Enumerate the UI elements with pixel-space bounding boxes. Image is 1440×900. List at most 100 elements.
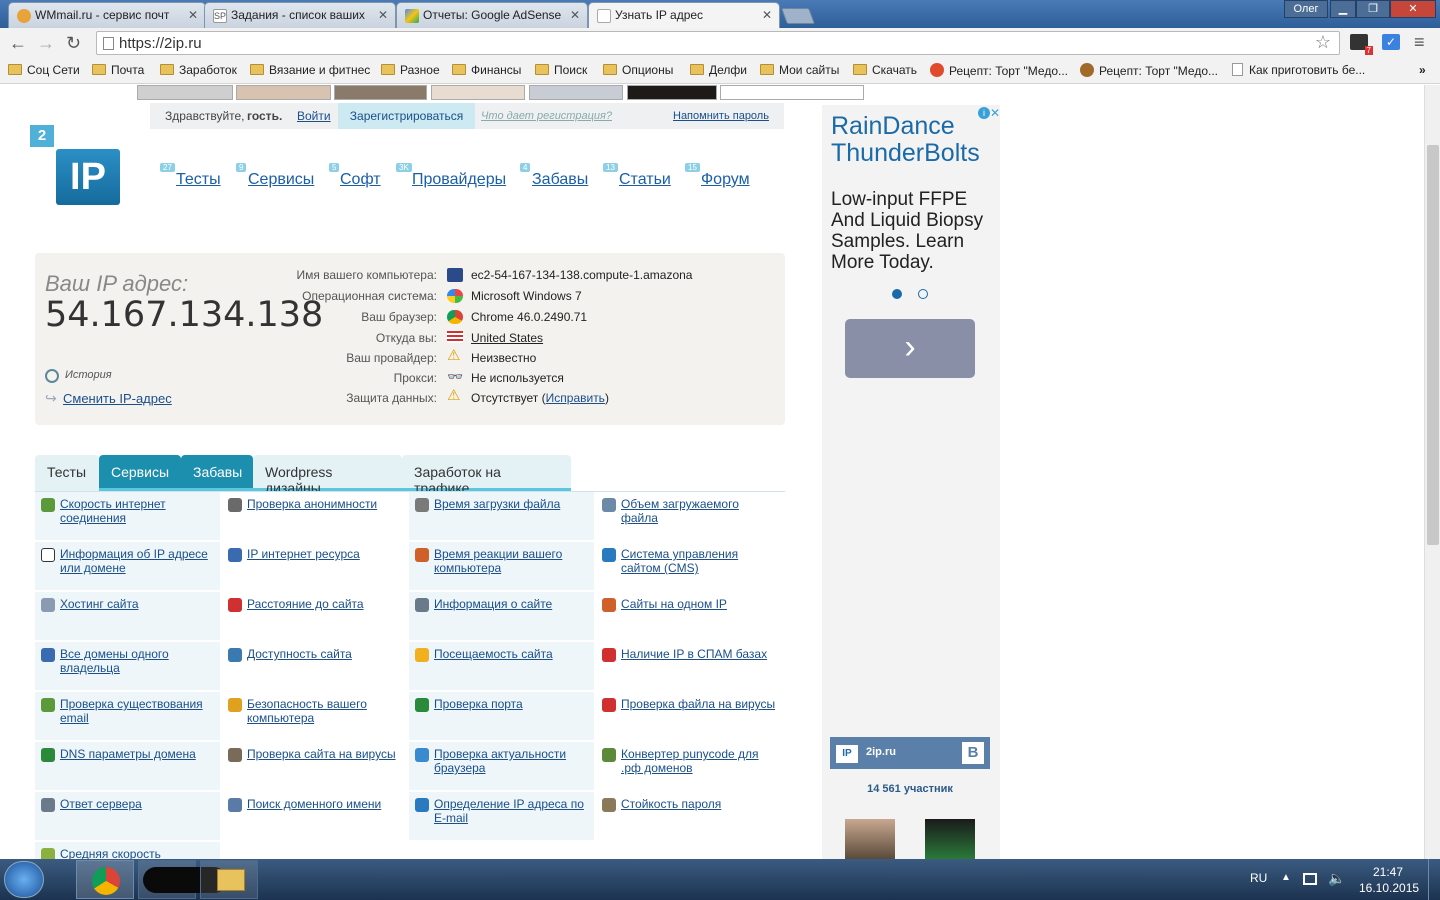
- service-link[interactable]: Время реакции вашего компьютера: [434, 547, 562, 575]
- login-link[interactable]: Войти: [297, 109, 331, 123]
- service-item[interactable]: Проверка файла на вирусы: [596, 692, 781, 740]
- vk-widget-header[interactable]: IP 2ip.ru B: [830, 737, 990, 769]
- nav-fun[interactable]: Забавы: [532, 171, 588, 189]
- service-item[interactable]: Информация об IP адресе или домене: [35, 542, 220, 590]
- volume-icon[interactable]: 🔈: [1328, 870, 1345, 887]
- registration-benefits-link[interactable]: Что дает регистрация?: [481, 110, 612, 122]
- bookmark-folder[interactable]: Скачать: [853, 63, 917, 77]
- bookmark-link[interactable]: Рецепт: Торт "Медо...: [930, 63, 1068, 78]
- service-item[interactable]: Расстояние до сайта: [222, 592, 407, 640]
- nav-tests[interactable]: Тесты: [176, 171, 221, 189]
- service-link[interactable]: Хостинг сайта: [60, 597, 139, 611]
- service-link[interactable]: Расстояние до сайта: [247, 597, 364, 611]
- start-button[interactable]: [4, 861, 44, 898]
- language-indicator[interactable]: RU: [1250, 871, 1267, 885]
- service-link[interactable]: Скорость интернет соединения: [60, 497, 166, 525]
- service-link[interactable]: Проверка анонимности: [247, 497, 377, 511]
- service-item[interactable]: Определение IP адреса по E-mail: [409, 792, 594, 840]
- service-item[interactable]: Средняя скорость: [35, 842, 220, 859]
- close-window-button[interactable]: ✕: [1390, 0, 1436, 18]
- site-logo[interactable]: 2 IP: [30, 125, 122, 205]
- service-item[interactable]: Скорость интернет соединения: [35, 492, 220, 540]
- ad-headline-1[interactable]: RainDance: [831, 113, 955, 140]
- address-bar[interactable]: https://2ip.ru ☆: [96, 31, 1340, 55]
- service-item[interactable]: Проверка сайта на вирусы: [222, 742, 407, 790]
- bookmark-star-icon[interactable]: ☆: [1315, 32, 1331, 53]
- tab-services[interactable]: Сервисы: [99, 455, 181, 491]
- bookmark-folder[interactable]: Разное: [381, 63, 440, 77]
- service-item[interactable]: Безопасность вашего компьютера: [222, 692, 407, 740]
- service-link[interactable]: Стойкость пароля: [621, 797, 721, 811]
- close-tab-icon[interactable]: ✕: [188, 8, 198, 22]
- banner-image[interactable]: [627, 85, 717, 100]
- service-link[interactable]: Посещаемость сайта: [434, 647, 553, 661]
- service-link[interactable]: Проверка сайта на вирусы: [247, 747, 396, 761]
- service-item[interactable]: DNS параметры домена: [35, 742, 220, 790]
- service-item[interactable]: Наличие IP в СПАМ базах: [596, 642, 781, 690]
- service-link[interactable]: Все домены одного владельца: [60, 647, 169, 675]
- service-link[interactable]: Система управления сайтом (CMS): [621, 547, 738, 575]
- bookmark-link[interactable]: Как приготовить бе...: [1232, 63, 1365, 77]
- bookmark-folder[interactable]: Делфи: [690, 63, 747, 77]
- browser-tab[interactable]: Отчеты: Google AdSense ✕: [396, 2, 588, 28]
- ad-close-icon[interactable]: ✕: [990, 106, 1000, 120]
- browser-tab[interactable]: WMmail.ru - сервис почт ✕: [8, 2, 206, 28]
- service-link[interactable]: Проверка порта: [434, 697, 523, 711]
- bookmark-folder[interactable]: Финансы: [452, 63, 521, 77]
- service-item[interactable]: IP интернет ресурса: [222, 542, 407, 590]
- close-tab-icon[interactable]: ✕: [762, 8, 772, 22]
- ad-headline-2[interactable]: ThunderBolts: [831, 140, 980, 167]
- service-item[interactable]: Доступность сайта: [222, 642, 407, 690]
- bookmark-link[interactable]: Рецепт: Торт "Медо...: [1080, 63, 1218, 78]
- close-tab-icon[interactable]: ✕: [570, 8, 580, 22]
- carousel-dot-active[interactable]: [892, 289, 902, 299]
- profile-button[interactable]: Олег: [1284, 0, 1328, 18]
- clock-time[interactable]: 21:47: [1373, 865, 1403, 879]
- service-item[interactable]: Сайты на одном IP: [596, 592, 781, 640]
- bookmark-folder[interactable]: Соц Сети: [8, 63, 80, 77]
- bookmark-folder[interactable]: Заработок: [160, 63, 237, 77]
- service-item[interactable]: Время загрузки файла: [409, 492, 594, 540]
- remind-password-link[interactable]: Напомнить пароль: [673, 110, 769, 122]
- fix-link[interactable]: Исправить: [546, 391, 605, 405]
- service-link[interactable]: Информация об IP адресе или домене: [60, 547, 208, 575]
- service-item[interactable]: Проверка порта: [409, 692, 594, 740]
- nav-software[interactable]: Софт: [340, 171, 381, 189]
- vk-member-count[interactable]: 14 561 участник: [830, 783, 990, 795]
- service-item[interactable]: Проверка актуальности браузера: [409, 742, 594, 790]
- taskbar-app[interactable]: [138, 860, 227, 899]
- service-link[interactable]: Доступность сайта: [247, 647, 352, 661]
- nav-articles[interactable]: Статьи: [619, 171, 671, 189]
- banner-image[interactable]: [720, 85, 864, 100]
- banner-image[interactable]: [431, 85, 525, 100]
- taskbar-explorer[interactable]: [200, 860, 258, 899]
- carousel-dot[interactable]: [918, 289, 928, 299]
- browser-tab-active[interactable]: Узнать IP адрес ✕: [588, 2, 780, 28]
- service-link[interactable]: Наличие IP в СПАМ базах: [621, 647, 767, 661]
- service-item[interactable]: Проверка существования email: [35, 692, 220, 740]
- service-link[interactable]: Сайты на одном IP: [621, 597, 727, 611]
- tray-expand-icon[interactable]: ▲: [1281, 872, 1291, 883]
- nav-services[interactable]: Сервисы: [248, 171, 314, 189]
- banner-image[interactable]: [137, 85, 233, 100]
- register-button[interactable]: Зарегистрироваться: [338, 103, 475, 129]
- service-item[interactable]: Посещаемость сайта: [409, 642, 594, 690]
- close-tab-icon[interactable]: ✕: [378, 8, 388, 22]
- banner-image[interactable]: [236, 85, 331, 100]
- bookmark-folder[interactable]: Вязание и фитнес: [250, 63, 370, 77]
- service-link[interactable]: Поиск доменного имени: [247, 797, 381, 811]
- tab-tests[interactable]: Тесты: [35, 455, 99, 491]
- service-item[interactable]: Проверка анонимности: [222, 492, 407, 540]
- minimize-button[interactable]: ▁: [1330, 0, 1356, 18]
- checkmark-extension-icon[interactable]: ✓: [1382, 34, 1400, 50]
- banner-image[interactable]: [529, 85, 623, 100]
- service-item[interactable]: Объем загружаемого файла: [596, 492, 781, 540]
- new-tab-button[interactable]: [781, 8, 815, 24]
- service-link[interactable]: Ответ сервера: [60, 797, 142, 811]
- network-icon[interactable]: [1303, 873, 1317, 885]
- tab-wordpress[interactable]: Wordpress дизайны: [253, 455, 402, 496]
- history-label[interactable]: История: [65, 369, 112, 381]
- service-link[interactable]: Средняя скорость: [60, 847, 161, 859]
- bookmark-folder[interactable]: Мои сайты: [760, 63, 839, 77]
- service-link[interactable]: Объем загружаемого файла: [621, 497, 739, 525]
